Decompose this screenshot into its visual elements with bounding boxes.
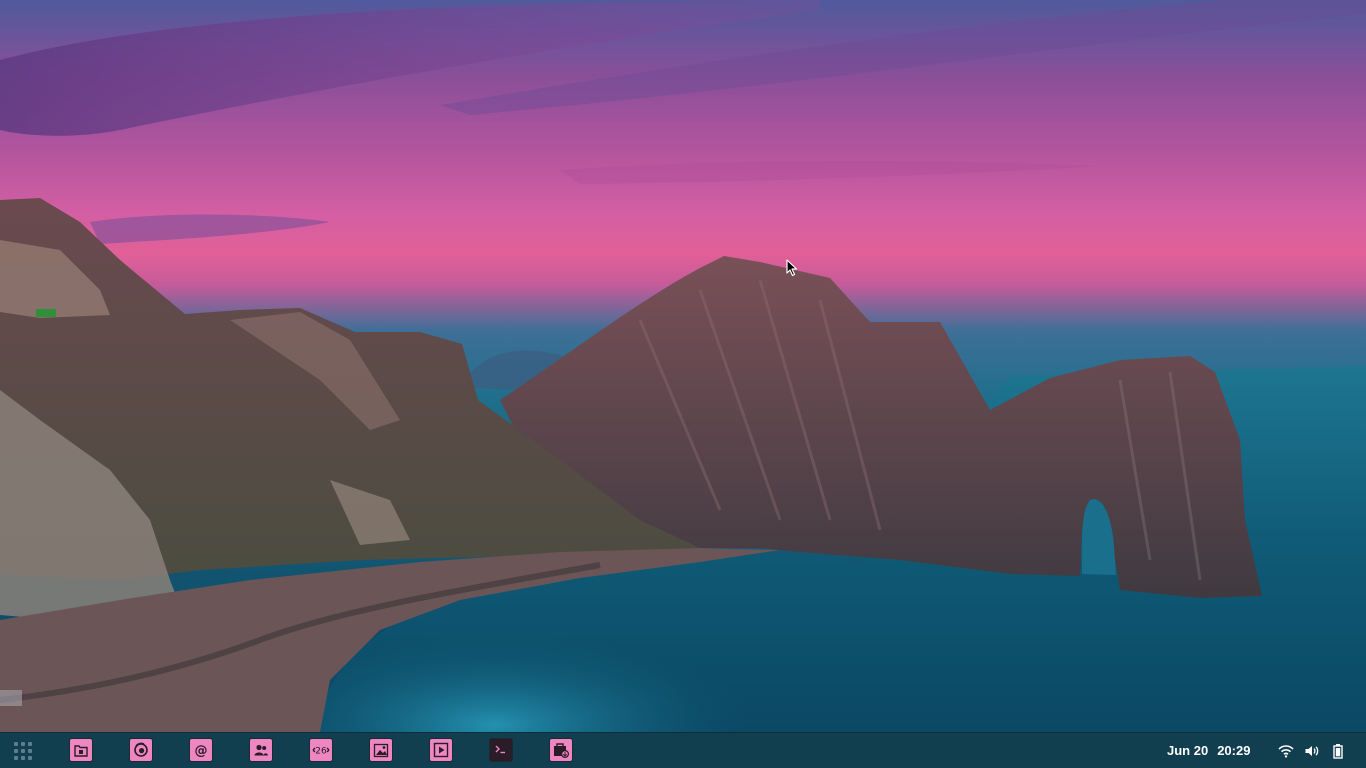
photos-icon[interactable]	[369, 738, 393, 762]
app-grid-icon[interactable]	[13, 741, 33, 761]
wallpaper	[0, 0, 1366, 768]
mouse-pointer-icon	[786, 259, 798, 277]
files-icon[interactable]	[69, 738, 93, 762]
battery-icon[interactable]	[1329, 742, 1346, 759]
clock[interactable]: Jun 20 20:29	[1167, 743, 1250, 758]
system-tray	[1277, 742, 1346, 759]
terminal-icon[interactable]	[489, 738, 513, 762]
svg-text:@: @	[195, 744, 208, 759]
dock: @ 26	[69, 738, 573, 762]
video-player-icon[interactable]	[429, 738, 453, 762]
browser-icon[interactable]	[129, 738, 153, 762]
mail-icon[interactable]: @	[189, 738, 213, 762]
taskbar: @ 26 Jun 20 20:29	[0, 732, 1366, 768]
contacts-icon[interactable]	[249, 738, 273, 762]
clock-time: 20:29	[1217, 743, 1251, 758]
app-center-icon[interactable]	[549, 738, 573, 762]
calendar-icon[interactable]: 26	[309, 738, 333, 762]
calendar-day-number: 26	[315, 747, 327, 757]
wifi-icon[interactable]	[1277, 742, 1294, 759]
desktop: @ 26 Jun 20 20:29	[0, 0, 1366, 768]
clock-date: Jun 20	[1167, 743, 1209, 758]
volume-icon[interactable]	[1303, 742, 1320, 759]
